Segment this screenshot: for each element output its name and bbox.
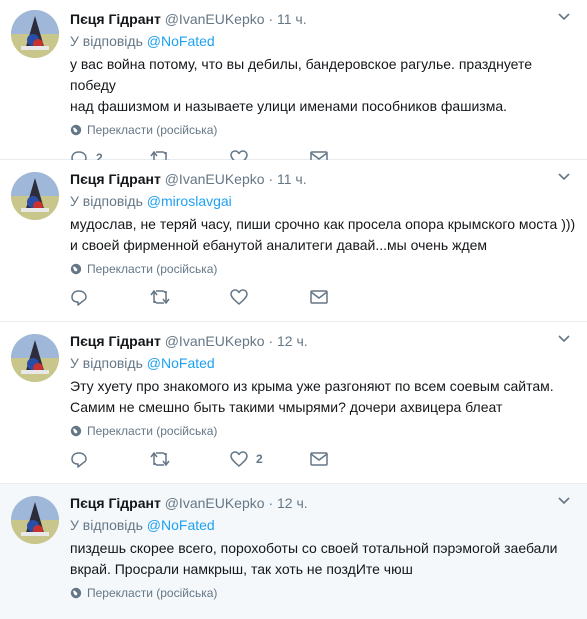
reply-prefix: У відповідь	[70, 517, 143, 533]
tweet[interactable]: Пєця Гідрант @IvanEUKepko · 11 ч. У відп…	[0, 0, 587, 167]
reply-prefix: У відповідь	[70, 355, 143, 371]
tweet-header: Пєця Гідрант @IvanEUKepko · 12 ч.	[70, 494, 577, 512]
chevron-down-icon[interactable]	[557, 170, 571, 184]
tweet-time[interactable]: 12 ч.	[277, 333, 308, 349]
separator-dot: ·	[268, 171, 274, 187]
separator-dot: ·	[268, 495, 274, 511]
tweet-content: Пєця Гідрант @IvanEUKepko · 12 ч. У відп…	[70, 494, 577, 600]
reply-icon	[71, 289, 87, 306]
user-name[interactable]: Пєця Гідрант	[70, 171, 161, 187]
tweet-header: Пєця Гідрант @IvanEUKepko · 11 ч.	[70, 170, 577, 188]
tweet-content: Пєця Гідрант @IvanEUKepko · 11 ч. У відп…	[70, 170, 577, 309]
reply-context: У відповідь @NoFated	[70, 32, 577, 50]
globe-icon	[70, 124, 82, 136]
translate-label[interactable]: Перекласти (російська)	[87, 262, 217, 276]
envelope-icon	[310, 290, 328, 304]
tweet-text-line: и своей фирменной ебанутой аналитеги дав…	[70, 237, 488, 253]
chevron-down-icon[interactable]	[557, 494, 571, 508]
avatar-image	[11, 334, 59, 382]
tweet-text-line: вкрай. Просрали намкрыш, так хоть не поз…	[70, 561, 413, 577]
retweet-button[interactable]	[150, 449, 178, 469]
heart-icon	[230, 451, 248, 467]
chevron-down-icon[interactable]	[557, 332, 571, 346]
chevron-down-icon[interactable]	[557, 10, 571, 24]
reply-context: У відповідь @miroslavgai	[70, 192, 577, 210]
message-button[interactable]	[310, 287, 328, 307]
globe-icon	[70, 587, 82, 599]
reply-context: У відповідь @NoFated	[70, 354, 577, 372]
tweet-text-line: над фашизмом и называете улици именами п…	[70, 98, 507, 114]
tweet-text: у вас война потому, что вы дебилы, банде…	[70, 54, 577, 117]
tweet-actions: 2	[70, 449, 577, 471]
avatar-image	[11, 10, 59, 58]
like-count: 2	[256, 452, 263, 466]
tweet-text: пиздешь скорее всего, порохоботы со свое…	[70, 538, 577, 580]
user-handle[interactable]: @IvanEUKepko	[165, 333, 265, 349]
separator-dot: ·	[268, 333, 274, 349]
reply-to-link[interactable]: @NoFated	[147, 355, 215, 371]
tweet-time[interactable]: 11 ч.	[277, 11, 307, 27]
user-name[interactable]: Пєця Гідрант	[70, 333, 161, 349]
tweet[interactable]: Пєця Гідрант @IvanEUKepko · 11 ч. У відп…	[0, 160, 587, 322]
reply-context: У відповідь @NoFated	[70, 516, 577, 534]
avatar[interactable]	[11, 172, 59, 220]
translate-link[interactable]: Перекласти (російська)	[70, 262, 577, 276]
avatar[interactable]	[11, 334, 59, 382]
avatar[interactable]	[11, 496, 59, 544]
avatar-image	[11, 496, 59, 544]
user-handle[interactable]: @IvanEUKepko	[165, 11, 265, 27]
like-button[interactable]: 2	[230, 449, 263, 469]
heart-icon	[230, 289, 248, 305]
tweet[interactable]: Пєця Гідрант @IvanEUKepko · 12 ч. У відп…	[0, 322, 587, 484]
tweet-text: мудослав, не теряй часу, пиши срочно как…	[70, 214, 577, 256]
reply-icon	[71, 451, 87, 468]
user-handle[interactable]: @IvanEUKepko	[165, 495, 265, 511]
translate-link[interactable]: Перекласти (російська)	[70, 586, 577, 600]
reply-to-link[interactable]: @NoFated	[147, 517, 215, 533]
tweet-time[interactable]: 12 ч.	[277, 495, 308, 511]
tweet-text-line: Самим не смешно быть такими чмырями? доч…	[70, 399, 503, 415]
reply-prefix: У відповідь	[70, 193, 143, 209]
user-name[interactable]: Пєця Гідрант	[70, 495, 161, 511]
globe-icon	[70, 263, 82, 275]
reply-to-link[interactable]: @miroslavgai	[147, 193, 232, 209]
envelope-icon	[310, 452, 328, 466]
reply-button[interactable]	[70, 449, 96, 469]
retweet-icon	[150, 451, 170, 467]
reply-prefix: У відповідь	[70, 33, 143, 49]
translate-label[interactable]: Перекласти (російська)	[87, 586, 217, 600]
user-handle[interactable]: @IvanEUKepko	[165, 171, 265, 187]
tweet-feed: Пєця Гідрант @IvanEUKepko · 11 ч. У відп…	[0, 0, 587, 619]
tweet-header: Пєця Гідрант @IvanEUKepko · 12 ч.	[70, 332, 577, 350]
avatar-image	[11, 172, 59, 220]
tweet-actions	[70, 287, 577, 309]
separator-dot: ·	[268, 11, 274, 27]
tweet-text-line: Эту хуету про знакомого из крыма уже раз…	[70, 378, 554, 394]
message-button[interactable]	[310, 449, 328, 469]
user-name[interactable]: Пєця Гідрант	[70, 11, 161, 27]
tweet[interactable]: Пєця Гідрант @IvanEUKepko · 12 ч. У відп…	[0, 484, 587, 619]
translate-label[interactable]: Перекласти (російська)	[87, 123, 217, 137]
retweet-icon	[150, 289, 170, 305]
like-button[interactable]	[230, 287, 256, 307]
translate-label[interactable]: Перекласти (російська)	[87, 424, 217, 438]
translate-link[interactable]: Перекласти (російська)	[70, 424, 577, 438]
translate-link[interactable]: Перекласти (російська)	[70, 123, 577, 137]
reply-button[interactable]	[70, 287, 96, 307]
tweet-content: Пєця Гідрант @IvanEUKepko · 12 ч. У відп…	[70, 332, 577, 471]
avatar[interactable]	[11, 10, 59, 58]
tweet-header: Пєця Гідрант @IvanEUKepko · 11 ч.	[70, 10, 577, 28]
tweet-time[interactable]: 11 ч.	[277, 171, 307, 187]
tweet-content: Пєця Гідрант @IvanEUKepko · 11 ч. У відп…	[70, 10, 577, 170]
globe-icon	[70, 425, 82, 437]
reply-to-link[interactable]: @NoFated	[147, 33, 215, 49]
tweet-text-line: у вас война потому, что вы дебилы, банде…	[70, 56, 533, 93]
retweet-button[interactable]	[150, 287, 178, 307]
tweet-text-line: пиздешь скорее всего, порохоботы со свое…	[70, 540, 558, 556]
tweet-text-line: мудослав, не теряй часу, пиши срочно как…	[70, 216, 576, 232]
tweet-text: Эту хуету про знакомого из крыма уже раз…	[70, 376, 577, 418]
